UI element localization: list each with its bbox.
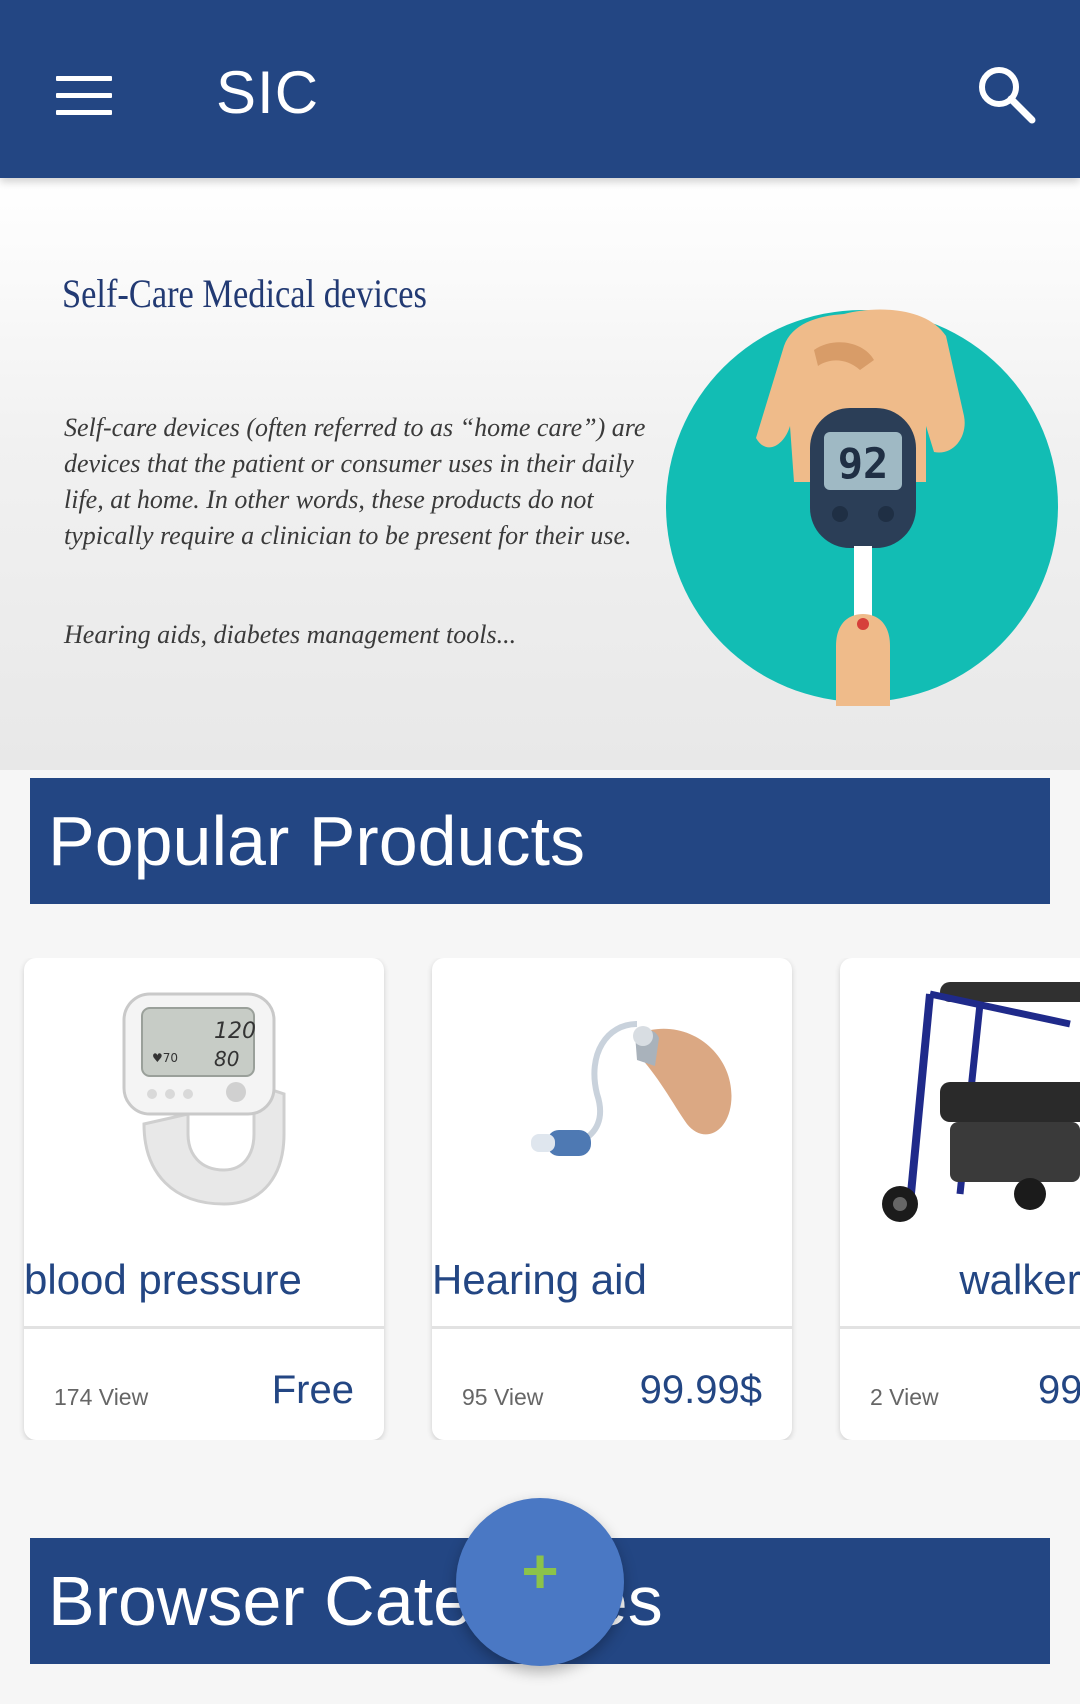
product-price: 99.99$ [639,1368,762,1412]
menu-icon[interactable] [40,56,130,134]
product-card[interactable]: 120 80 ♥70 blood pressure 174 View Free [24,958,384,1440]
popular-products-header: Popular Products [30,778,1050,904]
glucose-meter-illustration: 92 [666,309,1058,706]
app-title: SIC [216,59,320,126]
svg-text:80: 80 [214,1047,239,1071]
product-card[interactable]: walker 2 View 99 [840,958,1080,1440]
hero-banner[interactable]: Self-Care Medical devices Self-care devi… [0,178,1080,770]
product-price: Free [271,1368,354,1412]
rollator-walker-image [882,982,1080,1222]
divider [24,1326,384,1329]
plus-icon: + [521,1535,559,1607]
product-name: walker [959,1256,1080,1303]
product-views: 95 View [462,1384,544,1410]
divider [840,1326,1080,1329]
app-bar: SIC [0,0,1080,178]
divider [432,1326,792,1329]
product-price: 99 [1038,1368,1080,1412]
product-card[interactable]: Hearing aid 95 View 99.99$ [432,958,792,1440]
meter-reading: 92 [838,439,889,488]
svg-text:120: 120 [214,1019,256,1044]
product-name: Hearing aid [432,1256,647,1303]
blood-pressure-monitor-image: 120 80 ♥70 [122,992,286,1206]
banner-examples: Hearing aids, diabetes management tools.… [64,620,517,649]
hearing-aid-image [531,1021,732,1156]
search-icon[interactable] [972,60,1042,130]
banner-description: Self-care devices (often referred to as … [64,413,646,550]
product-name: blood pressure [24,1256,302,1303]
banner-title: Self-Care Medical devices [62,271,427,316]
add-button[interactable]: + [456,1498,624,1666]
product-views: 2 View [870,1384,939,1410]
product-image: 120 80 ♥70 [24,958,384,1230]
svg-text:♥70: ♥70 [152,1051,178,1065]
popular-products-carousel[interactable]: 120 80 ♥70 blood pressure 174 View Free [0,958,1080,1440]
product-image [432,958,792,1230]
product-views: 174 View [54,1384,149,1410]
product-image [840,958,1080,1230]
